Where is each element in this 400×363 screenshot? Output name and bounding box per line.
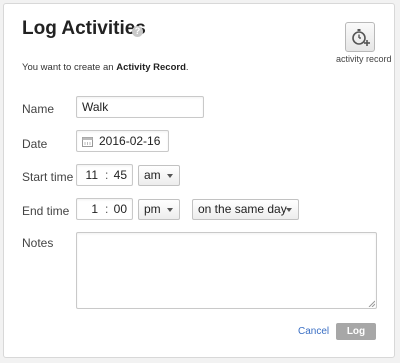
question-icon[interactable]: ? <box>132 26 143 37</box>
end-ampm-value: pm <box>144 202 161 216</box>
date-value: 2016-02-16 <box>99 134 161 148</box>
intro-emphasis: Activity Record <box>116 62 186 73</box>
intro-text: You want to create an Activity Record. <box>22 62 189 73</box>
notes-textarea[interactable] <box>76 232 377 309</box>
stopwatch-plus-icon <box>352 29 370 46</box>
end-ampm-select[interactable]: pm <box>138 199 180 220</box>
start-hour[interactable]: 11 <box>86 168 98 182</box>
start-ampm-value: am <box>144 168 161 182</box>
activity-record-label: activity record <box>336 54 392 64</box>
end-hour[interactable]: 1 <box>91 202 98 216</box>
chevron-down-icon <box>167 208 173 212</box>
chevron-down-icon <box>167 174 173 178</box>
dialog-title: Log Activities <box>22 18 146 39</box>
chevron-down-icon <box>286 208 292 212</box>
cancel-button[interactable]: Cancel <box>298 326 329 337</box>
start-time-input[interactable]: 11 : 45 <box>76 164 133 186</box>
date-input[interactable]: 2016-02-16 <box>76 130 169 152</box>
end-time-separator: : <box>105 202 109 216</box>
name-input[interactable]: Walk <box>76 96 204 118</box>
name-label: Name <box>22 102 55 116</box>
end-time-input[interactable]: 1 : 00 <box>76 198 133 220</box>
calendar-icon <box>82 137 93 147</box>
end-time-label: End time <box>22 204 70 218</box>
start-time-label: Start time <box>22 170 74 184</box>
end-day-select[interactable]: on the same day <box>192 199 299 220</box>
resize-grip-icon[interactable] <box>368 300 375 307</box>
end-minute[interactable]: 00 <box>114 202 127 216</box>
log-activities-dialog: Log Activities ? activity record You wan… <box>3 3 395 358</box>
date-label: Date <box>22 137 48 151</box>
notes-label: Notes <box>22 236 54 250</box>
start-ampm-select[interactable]: am <box>138 165 180 186</box>
start-minute[interactable]: 45 <box>114 168 127 182</box>
end-day-value: on the same day <box>198 202 287 216</box>
activity-record-button[interactable] <box>345 22 375 52</box>
log-button[interactable]: Log <box>336 323 376 340</box>
start-time-separator: : <box>105 168 109 182</box>
